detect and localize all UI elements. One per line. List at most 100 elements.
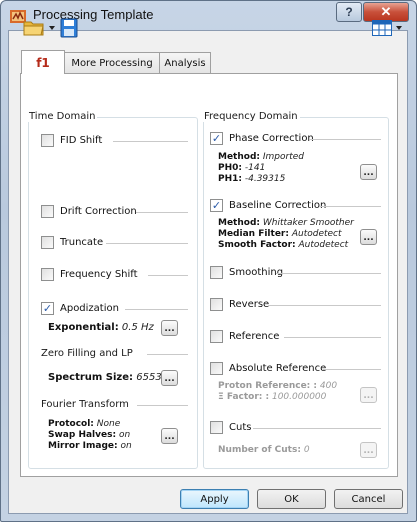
- checkbox-box[interactable]: [41, 268, 54, 281]
- checkbox-label: Absolute Reference: [229, 363, 327, 374]
- cuts-checkbox[interactable]: Cuts: [210, 421, 251, 434]
- divider: [276, 273, 381, 274]
- absolute-reference-checkbox[interactable]: Absolute Reference: [210, 362, 326, 375]
- checkbox-label: Frequency Shift: [60, 269, 138, 280]
- param-value: Imported: [262, 152, 304, 162]
- checkbox-box[interactable]: [210, 266, 223, 279]
- drift-correction-checkbox[interactable]: Drift Correction: [41, 205, 137, 218]
- phase-correction-params: Method: Imported PH0: -141 PH1: -4.39315: [218, 152, 304, 185]
- smoothing-checkbox[interactable]: Smoothing: [210, 266, 283, 279]
- apodization-checkbox[interactable]: ✓ Apodization: [41, 302, 119, 315]
- folder-icon: [23, 21, 44, 36]
- checkbox-box[interactable]: [210, 298, 223, 311]
- ok-button[interactable]: OK: [257, 489, 326, 509]
- fourier-params: Protocol: None Swap Halves: on Mirror Im…: [48, 419, 132, 452]
- checkbox-label: Drift Correction: [60, 206, 137, 217]
- checkbox-box[interactable]: ✓: [210, 132, 223, 145]
- apodization-settings-button[interactable]: ...: [161, 320, 178, 336]
- checkbox-label: Smoothing: [229, 267, 284, 278]
- checkbox-label: Cuts: [229, 422, 252, 433]
- apodization-params: Exponential: 0.5 Hz: [48, 322, 154, 333]
- apply-button[interactable]: Apply: [180, 489, 249, 509]
- cancel-button[interactable]: Cancel: [334, 489, 403, 509]
- divider: [137, 405, 188, 406]
- param-label: Spectrum Size:: [48, 372, 134, 383]
- phase-correction-checkbox[interactable]: ✓ Phase Correction: [210, 132, 314, 145]
- frequency-shift-checkbox[interactable]: Frequency Shift: [41, 268, 138, 281]
- param-label: Exponential:: [48, 322, 119, 333]
- divider: [106, 243, 188, 244]
- layout-menu-button[interactable]: [372, 20, 402, 36]
- zero-filling-title: Zero Filling and LP: [41, 348, 133, 359]
- checkbox-label: Phase Correction: [229, 133, 314, 144]
- tab-f1[interactable]: f1: [21, 50, 65, 74]
- tab-label: f1: [36, 55, 50, 70]
- param-value: -141: [244, 163, 266, 173]
- checkbox-label: Truncate: [60, 237, 104, 248]
- checkbox-label: Baseline Correction: [229, 200, 327, 211]
- divider: [147, 354, 188, 355]
- param-label: Swap Halves:: [48, 430, 117, 440]
- open-template-button[interactable]: [23, 19, 55, 37]
- help-button[interactable]: ?: [336, 2, 362, 22]
- table-icon: [372, 20, 392, 36]
- param-value: -4.39315: [244, 174, 286, 184]
- baseline-correction-checkbox[interactable]: ✓ Baseline Correction: [210, 199, 326, 212]
- tab-more-processing[interactable]: More Processing: [64, 52, 160, 74]
- checkbox-label: FID Shift: [60, 135, 103, 146]
- chevron-down-icon: [49, 26, 55, 30]
- phase-correction-settings-button[interactable]: ...: [360, 164, 377, 180]
- param-value: on: [118, 430, 131, 440]
- divider: [284, 337, 381, 338]
- param-value: 400: [319, 381, 338, 391]
- truncate-checkbox[interactable]: Truncate: [41, 236, 103, 249]
- time-domain-group: Time Domain: [27, 111, 198, 469]
- tab-analysis[interactable]: Analysis: [159, 52, 211, 74]
- cuts-settings-button[interactable]: ...: [360, 442, 377, 458]
- checkbox-box[interactable]: ✓: [210, 199, 223, 212]
- checkbox-box[interactable]: [41, 134, 54, 147]
- param-label: PH1:: [218, 174, 242, 184]
- checkmark-icon: ✓: [211, 132, 222, 145]
- group-title: Frequency Domain: [202, 111, 300, 122]
- cuts-params: Number of Cuts: 0: [218, 445, 310, 456]
- save-template-button[interactable]: [60, 18, 78, 38]
- checkmark-icon: ✓: [42, 302, 53, 315]
- param-label: Mirror Image:: [48, 441, 118, 451]
- checkbox-box[interactable]: [210, 330, 223, 343]
- reference-checkbox[interactable]: Reference: [210, 330, 279, 343]
- param-value: 100.000000: [271, 392, 327, 402]
- divider: [125, 309, 188, 310]
- checkbox-box[interactable]: [41, 236, 54, 249]
- divider: [323, 369, 381, 370]
- absolute-reference-settings-button[interactable]: ...: [360, 387, 377, 403]
- checkbox-box[interactable]: [210, 362, 223, 375]
- divider: [253, 428, 381, 429]
- checkbox-label: Reverse: [229, 299, 270, 310]
- divider: [136, 212, 188, 213]
- divider: [148, 275, 188, 276]
- chevron-down-icon: [396, 26, 402, 30]
- divider: [113, 141, 188, 142]
- checkbox-box[interactable]: [41, 205, 54, 218]
- param-label: Ξ Factor: :: [218, 392, 270, 402]
- divider: [268, 305, 381, 306]
- baseline-correction-params: Method: Whittaker Smoother Median Filter…: [218, 218, 354, 251]
- zero-filling-params: Spectrum Size: 65536: [48, 372, 168, 383]
- absolute-reference-params: Proton Reference: : 400 Ξ Factor: : 100.…: [218, 381, 337, 403]
- param-label: Number of Cuts:: [218, 445, 301, 455]
- param-value: Whittaker Smoother: [262, 218, 354, 228]
- fid-shift-checkbox[interactable]: FID Shift: [41, 134, 102, 147]
- fourier-settings-button[interactable]: ...: [161, 428, 178, 444]
- param-value: Autodetect: [298, 240, 349, 250]
- param-value: Autodetect: [291, 229, 342, 239]
- save-icon: [60, 18, 78, 38]
- baseline-correction-settings-button[interactable]: ...: [360, 229, 377, 245]
- zero-filling-settings-button[interactable]: ...: [161, 370, 178, 386]
- close-button[interactable]: ✕: [363, 2, 409, 22]
- param-label: Method:: [218, 152, 260, 162]
- reverse-checkbox[interactable]: Reverse: [210, 298, 269, 311]
- checkbox-box[interactable]: [210, 421, 223, 434]
- checkbox-box[interactable]: ✓: [41, 302, 54, 315]
- help-icon: ?: [345, 5, 353, 19]
